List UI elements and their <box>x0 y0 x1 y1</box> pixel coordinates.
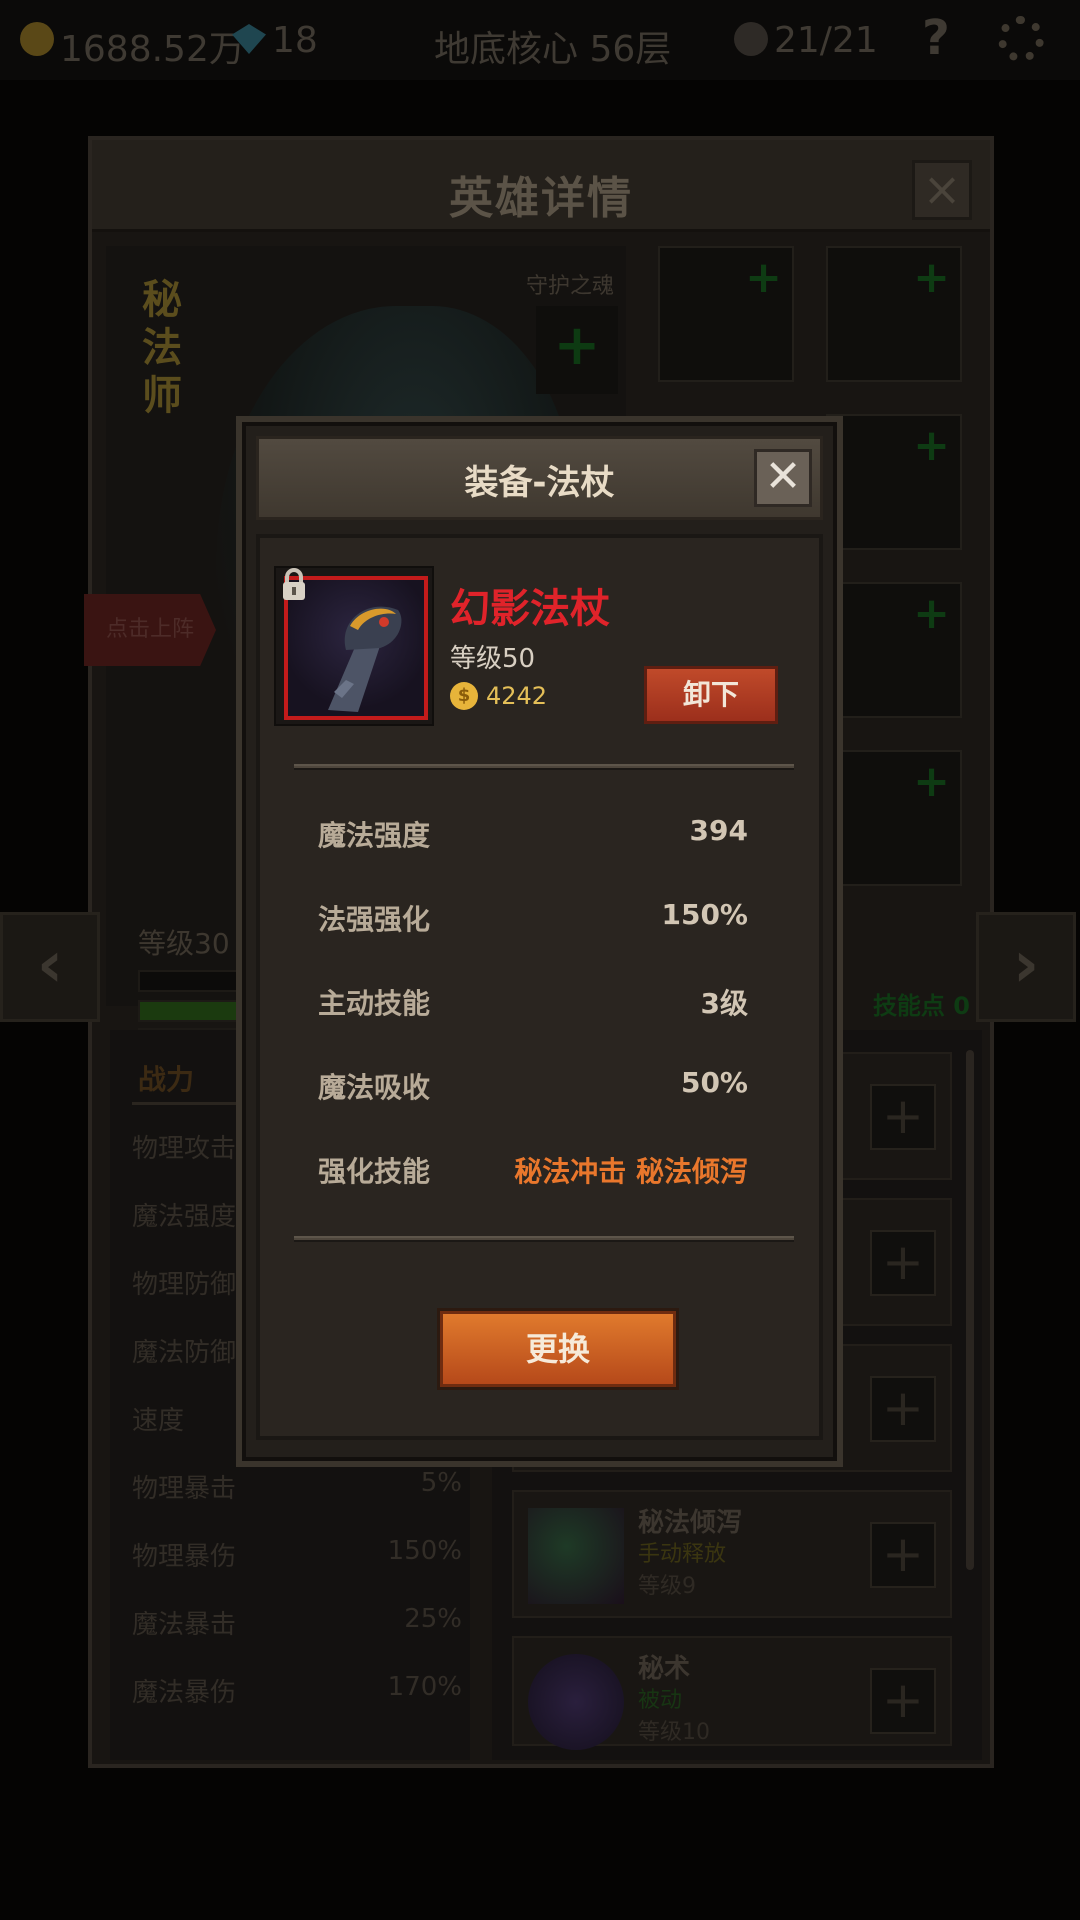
help-button[interactable]: ? <box>922 10 950 66</box>
attribute-value: 3级 <box>700 987 748 1020</box>
hero-detail-header: 英雄详情 × <box>92 140 990 232</box>
gold-coin-icon <box>20 22 54 56</box>
gem-amount: 18 <box>272 20 318 61</box>
combat-power-title: 战力 <box>138 1063 195 1096</box>
attribute-row: 魔法强度 394 <box>318 814 748 854</box>
arcane-torrent-skill-icon <box>528 1508 624 1604</box>
attribute-value: 394 <box>689 814 748 847</box>
skull-count: 21/21 <box>774 20 878 61</box>
attribute-label: 主动技能 <box>318 987 431 1020</box>
skill-row: 秘术 被动 等级10 + <box>512 1636 952 1750</box>
skill-type: 手动释放 <box>638 1542 727 1567</box>
item-level: 等级50 <box>450 644 536 674</box>
previous-hero-arrow[interactable]: ‹ <box>0 912 100 1022</box>
skill-upgrade-button[interactable]: + <box>870 1084 936 1150</box>
skill-name: 秘术 <box>638 1654 691 1684</box>
equipment-slot[interactable]: + <box>826 246 962 382</box>
gold-coin-icon: $ <box>450 682 478 710</box>
skull-icon <box>734 22 768 56</box>
arcane-art-skill-icon <box>528 1654 624 1750</box>
close-button[interactable]: ✕ <box>754 449 812 507</box>
skill-level: 等级10 <box>638 1720 710 1745</box>
item-frame <box>274 566 434 726</box>
unequip-button[interactable]: 卸下 <box>644 666 778 724</box>
skill-upgrade-button[interactable]: + <box>870 1668 936 1734</box>
guardian-soul-slot[interactable]: + <box>536 306 618 394</box>
deploy-button[interactable]: 点击上阵 <box>84 594 216 666</box>
enhanced-skills-value: 秘法冲击 秘法倾泻 <box>514 1155 748 1188</box>
stat-row: 魔法暴伤 170% <box>132 1672 462 1708</box>
attribute-value: 50% <box>680 1066 748 1099</box>
attribute-label: 法强强化 <box>318 903 431 936</box>
attribute-value: 150% <box>661 898 748 931</box>
sell-value: 4242 <box>486 682 548 710</box>
change-button[interactable]: 更换 <box>440 1311 676 1387</box>
skill-type: 被动 <box>638 1688 683 1713</box>
equipment-slot[interactable]: + <box>826 582 962 718</box>
attribute-row: 法强强化 150% <box>318 898 748 938</box>
top-status-bar: 1688.52万 18 地底核心 56层 21/21 ? <box>0 0 1080 80</box>
hero-detail-title: 英雄详情 <box>449 173 633 224</box>
equipment-modal-header: 装备-法杖 ✕ <box>256 436 823 520</box>
skill-level: 等级9 <box>638 1574 696 1599</box>
equipment-slot[interactable]: + <box>826 414 962 550</box>
equipment-modal-body: 幻影法杖 等级50 $ 4242 卸下 魔法强度 394 法强强化 150% 主… <box>256 534 823 1440</box>
stat-row: 物理暴伤 150% <box>132 1536 462 1572</box>
attribute-label: 魔法强度 <box>318 819 431 852</box>
skill-row: 秘法倾泻 手动释放 等级9 + <box>512 1490 952 1618</box>
skill-upgrade-button[interactable]: + <box>870 1230 936 1296</box>
hero-detail-close-button[interactable]: × <box>912 160 972 220</box>
guardian-soul-label: 守护之魂 <box>526 274 615 299</box>
location-label: 地底核心 56层 <box>434 29 672 70</box>
gear-icon[interactable] <box>998 16 1044 62</box>
skill-upgrade-button[interactable]: + <box>870 1376 936 1442</box>
skill-name: 秘法倾泻 <box>638 1508 743 1538</box>
gold-amount: 1688.52万 <box>60 29 245 70</box>
divider <box>294 1236 794 1242</box>
stat-row: 魔法暴击 25% <box>132 1604 462 1640</box>
hero-name: 秘 法 师 <box>142 277 182 419</box>
equipment-modal-title: 装备-法杖 <box>464 463 615 503</box>
skills-scrollbar[interactable] <box>966 1050 974 1570</box>
item-name: 幻影法杖 <box>450 586 610 632</box>
attribute-label: 魔法吸收 <box>318 1071 431 1104</box>
skill-points: 技能点 0 <box>872 992 970 1020</box>
attribute-row: 主动技能 3级 <box>318 982 748 1022</box>
attribute-label: 强化技能 <box>318 1155 431 1188</box>
hero-level: 等级30 <box>138 927 230 960</box>
staff-icon <box>328 606 402 712</box>
lock-icon[interactable] <box>280 568 308 602</box>
divider <box>294 764 794 770</box>
stat-row: 物理暴击 5% <box>132 1468 462 1504</box>
skill-upgrade-button[interactable]: + <box>870 1522 936 1588</box>
equipment-modal: 装备-法杖 ✕ 幻影法杖 等级50 $ 4242 卸下 魔法强度 394 法强强… <box>236 416 843 1467</box>
equipment-slot[interactable]: + <box>658 246 794 382</box>
attribute-row: 魔法吸收 50% <box>318 1066 748 1106</box>
next-hero-arrow[interactable]: › <box>976 912 1076 1022</box>
attribute-row: 强化技能 秘法冲击 秘法倾泻 <box>318 1150 748 1190</box>
equipment-slot[interactable]: + <box>826 750 962 886</box>
